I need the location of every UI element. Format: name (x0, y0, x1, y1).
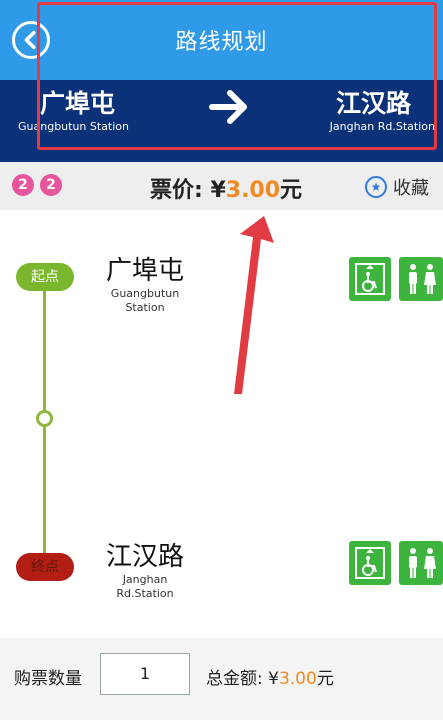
intermediate-node (36, 410, 53, 427)
end-station-english-line2: Rd.Station (116, 587, 174, 600)
line-badge: 2 (12, 174, 34, 196)
quantity-input[interactable]: 1 (100, 653, 190, 695)
end-station-english: Janghan Rd.Station (98, 573, 192, 601)
start-station-name: 广埠屯 (106, 256, 185, 286)
line-badge: 2 (40, 174, 62, 196)
fare-text: 票价: ¥3.00元 (150, 172, 302, 204)
fare-bar: 2 2 票价: ¥3.00元 ★ 收藏 (0, 162, 443, 210)
elevator-accessible-icon (355, 547, 385, 579)
start-station-english: Guangbutun Station (98, 287, 192, 315)
fare-amount: 3.00 (225, 178, 281, 203)
fare-unit: 元 (280, 178, 303, 203)
restroom-icon (409, 264, 436, 294)
total-value: 3.00 (278, 669, 317, 689)
elevator-accessible-icon (355, 263, 385, 295)
quantity-label: 购票数量 (14, 669, 82, 689)
end-marker: 终点 (16, 553, 74, 581)
purchase-bar: 购票数量 1 总金额: ¥3.00元 (0, 638, 443, 720)
end-station-english-line1: Janghan (122, 573, 168, 586)
fare-label: 票价: ¥ (150, 178, 226, 203)
restroom-icon (409, 548, 436, 578)
start-marker: 起点 (16, 263, 74, 291)
start-station-english-line1: Guangbutun (110, 287, 180, 300)
end-station-name: 江汉路 (106, 542, 185, 572)
route-planning-page: 路线规划 广埠屯 Guangbutun Station 江汉路 Janghan … (0, 0, 443, 720)
total-unit: 元 (316, 669, 334, 689)
accessible-elevator-facility (349, 541, 391, 585)
annotation-highlight-box (37, 2, 437, 150)
restroom-facility (399, 541, 443, 585)
accessible-elevator-facility (349, 257, 391, 301)
total-amount: 总金额: ¥3.00元 (206, 664, 334, 689)
favorite-button[interactable]: ★ 收藏 (365, 174, 429, 200)
start-station-english-line2: Station (125, 301, 165, 314)
favorite-label: 收藏 (393, 178, 429, 199)
annotation-arrow (234, 216, 274, 394)
total-label: 总金额: ¥ (206, 669, 279, 689)
restroom-facility (399, 257, 443, 301)
favorite-star-icon: ★ (365, 176, 387, 198)
